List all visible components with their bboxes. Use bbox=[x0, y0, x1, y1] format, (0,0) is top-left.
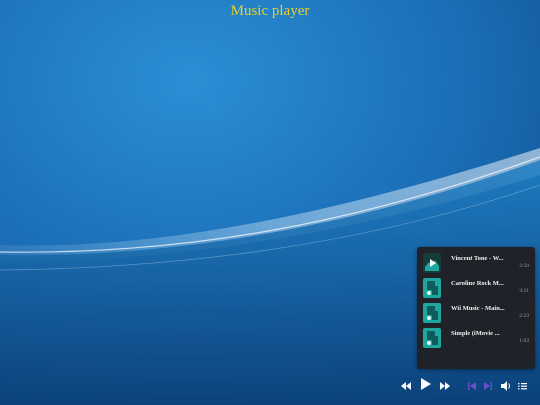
album-art-thumbnail bbox=[423, 253, 441, 273]
album-art-thumbnail bbox=[423, 303, 441, 323]
previous-icon bbox=[468, 382, 476, 390]
play-icon bbox=[421, 378, 431, 390]
album-art-thumbnail bbox=[423, 278, 441, 298]
track-duration: 3:21 bbox=[519, 288, 529, 294]
volume-icon bbox=[501, 381, 510, 391]
playlist-track[interactable]: Wii Music - Main... 2:23 bbox=[417, 301, 535, 326]
previous-track-button[interactable] bbox=[467, 379, 477, 397]
track-duration: 1:03 bbox=[519, 338, 529, 344]
playlist-toggle-button[interactable] bbox=[518, 379, 528, 397]
playlist-icon bbox=[518, 383, 527, 390]
album-art-thumbnail bbox=[423, 328, 441, 348]
next-track-button[interactable] bbox=[483, 379, 493, 397]
track-title: Caroline Rock M... bbox=[451, 280, 504, 287]
player-controls bbox=[395, 376, 535, 398]
rewind-icon bbox=[401, 382, 411, 390]
playlist-track[interactable]: Vincent Tone - W... 2:34 bbox=[417, 251, 535, 276]
track-title: Simple (iMovie ... bbox=[451, 330, 500, 337]
track-title: Wii Music - Main... bbox=[451, 305, 505, 312]
page-title: Music player bbox=[230, 3, 310, 19]
fast-forward-button[interactable] bbox=[440, 379, 450, 397]
rewind-button[interactable] bbox=[401, 379, 411, 397]
track-duration: 2:23 bbox=[519, 313, 529, 319]
track-title: Vincent Tone - W... bbox=[451, 255, 504, 262]
fast-forward-icon bbox=[440, 382, 450, 390]
playlist-panel: Vincent Tone - W... 2:34 Caroline Rock M… bbox=[417, 247, 535, 369]
playlist-track[interactable]: Simple (iMovie ... 1:03 bbox=[417, 326, 535, 351]
playlist-track[interactable]: Caroline Rock M... 3:21 bbox=[417, 276, 535, 301]
track-duration: 2:34 bbox=[519, 263, 529, 269]
volume-button[interactable] bbox=[501, 379, 511, 397]
play-button[interactable] bbox=[420, 377, 432, 396]
next-icon bbox=[484, 382, 492, 390]
